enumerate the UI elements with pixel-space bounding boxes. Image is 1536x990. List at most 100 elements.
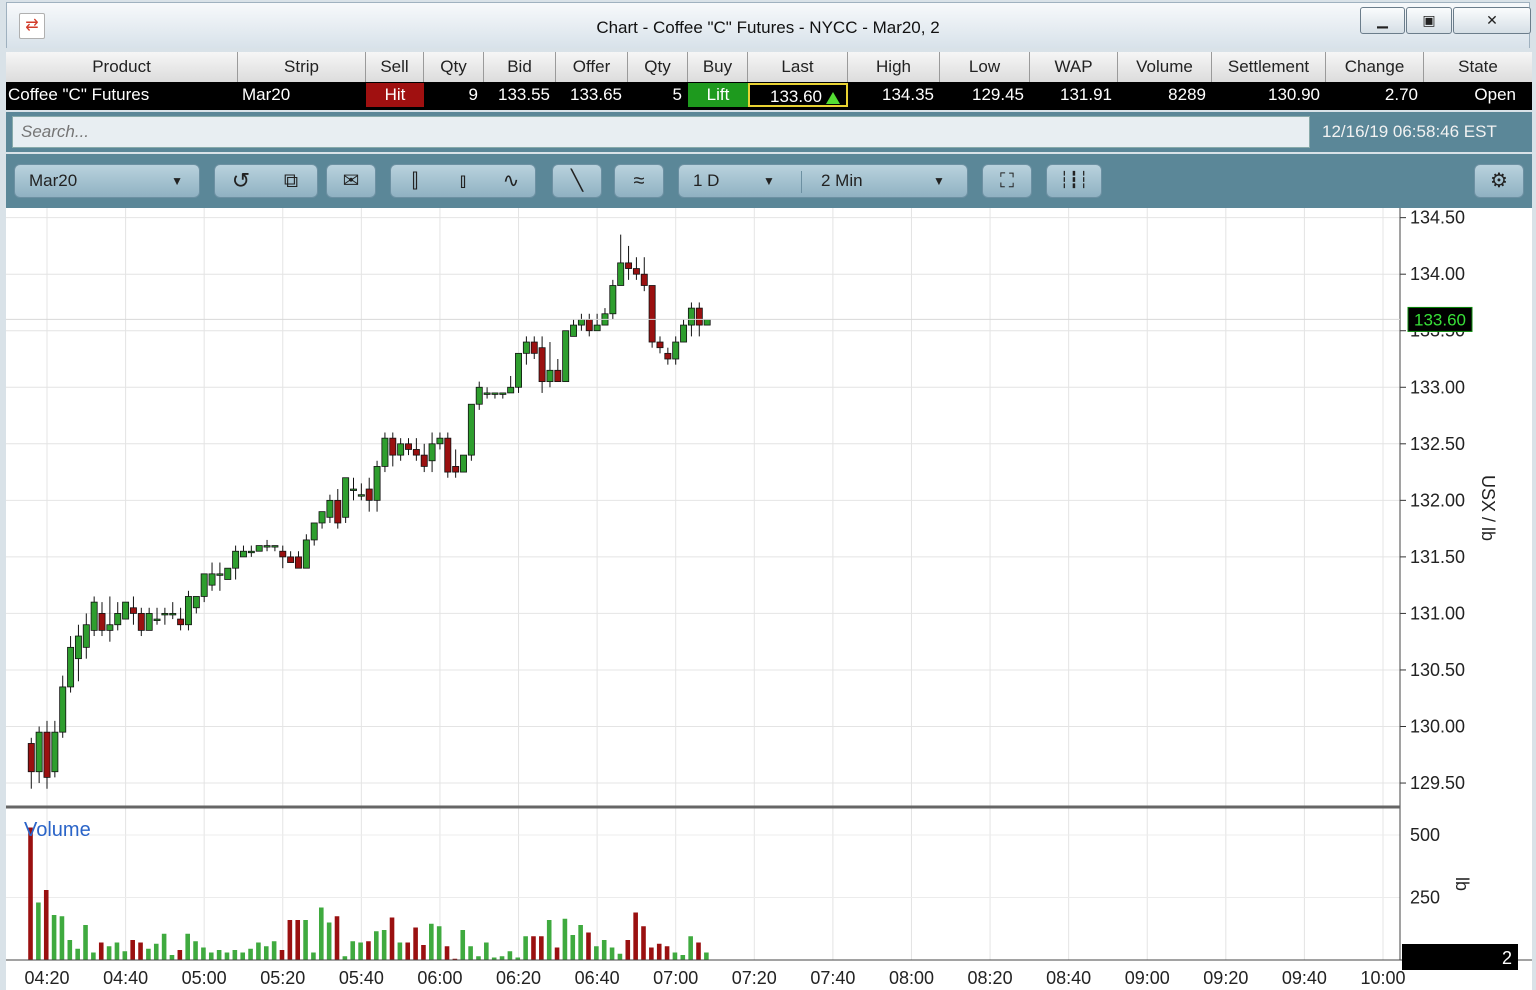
- price-chart[interactable]: 04:20 04:40 05:00 05:20 05:40 06:00 06:20 06:40…: [6, 208, 1532, 990]
- hit-button[interactable]: Hit: [366, 83, 424, 107]
- candle-body: [530, 341, 538, 354]
- quote-board: Product Strip Sell Qty Bid Offer Qty Buy…: [6, 52, 1532, 110]
- candle-body: [263, 545, 271, 548]
- col-bid[interactable]: Bid: [484, 52, 556, 82]
- minimize-button[interactable]: ▁: [1360, 7, 1405, 34]
- col-wap[interactable]: WAP: [1030, 52, 1118, 82]
- candle-body: [177, 618, 185, 626]
- time-tick-label: 05:40: [339, 968, 384, 988]
- candle-body: [59, 686, 67, 733]
- col-buy[interactable]: Buy: [688, 52, 748, 82]
- col-offer-qty[interactable]: Qty: [628, 52, 688, 82]
- col-low[interactable]: Low: [940, 52, 1030, 82]
- wap-value: 131.91: [1060, 85, 1112, 104]
- ohlc-bar-icon[interactable]: ⫾: [447, 165, 479, 197]
- popout-icon[interactable]: ⧉: [275, 165, 307, 197]
- col-bid-qty[interactable]: Qty: [424, 52, 484, 82]
- strip-select[interactable]: Mar20 ▼: [14, 164, 200, 198]
- volume-bar: [224, 952, 230, 960]
- volume-bar: [67, 940, 73, 960]
- interval-select[interactable]: 2 Min: [821, 165, 863, 197]
- volume-bar: [539, 936, 544, 960]
- volume-toggle-icon[interactable]: ┆┇┆: [1046, 164, 1102, 198]
- volume-bar: [680, 955, 686, 960]
- volume-bar: [633, 912, 638, 960]
- time-tick-label: 09:20: [1203, 968, 1248, 988]
- volume-bar: [381, 930, 387, 960]
- col-last[interactable]: Last: [748, 52, 848, 82]
- volume-bar: [507, 951, 513, 960]
- col-settlement[interactable]: Settlement: [1212, 52, 1326, 82]
- col-offer[interactable]: Offer: [556, 52, 628, 82]
- candle-body: [515, 352, 522, 388]
- settings-gear-icon[interactable]: ⚙: [1474, 164, 1524, 198]
- draw-line-icon[interactable]: ╲: [552, 164, 602, 198]
- time-tick-label: 04:20: [24, 968, 69, 988]
- fullscreen-icon[interactable]: ⛶: [982, 164, 1032, 198]
- candle-body: [310, 522, 318, 541]
- candle-body: [326, 499, 334, 518]
- candle-body: [585, 319, 593, 332]
- volume-label: Volume: [24, 819, 91, 841]
- col-high[interactable]: High: [848, 52, 940, 82]
- candle-body: [192, 596, 200, 609]
- candle-body: [318, 511, 326, 524]
- col-product[interactable]: Product: [6, 52, 238, 82]
- search-bar: 12/16/19 06:58:46 EST: [6, 112, 1532, 152]
- candle-body: [381, 437, 389, 467]
- candle-body: [538, 347, 546, 383]
- chevron-down-icon[interactable]: ▼: [933, 165, 945, 197]
- volume-bar: [98, 942, 104, 960]
- volume-bar: [562, 918, 568, 960]
- up-arrow-icon: [826, 91, 840, 104]
- title-bar[interactable]: ⇄ Chart - Coffee "C" Futures - NYCC - Ma…: [6, 2, 1531, 48]
- candle-body: [664, 352, 672, 360]
- offer-qty-value: 5: [672, 85, 682, 104]
- volume-bar: [75, 948, 80, 960]
- volume-bar: [146, 948, 151, 960]
- volume-bar: [114, 942, 120, 960]
- time-tick-label: 06:00: [417, 968, 462, 988]
- col-state[interactable]: State: [1424, 52, 1532, 82]
- candle-body: [90, 601, 98, 631]
- volume-bar: [523, 936, 528, 960]
- candle-body: [475, 386, 483, 405]
- volume-bar: [358, 942, 363, 960]
- timestamp: 12/16/19 06:58:46 EST: [1322, 122, 1497, 141]
- candle-body: [287, 556, 295, 563]
- candlestick-icon[interactable]: ⫿: [399, 165, 431, 197]
- candle-body: [82, 624, 90, 648]
- search-input[interactable]: [12, 116, 1310, 148]
- last-price-cell: 133.60: [748, 83, 848, 107]
- period-select[interactable]: 1 D: [693, 165, 719, 197]
- col-strip[interactable]: Strip: [238, 52, 366, 82]
- candle-body: [593, 324, 601, 332]
- col-volume[interactable]: Volume: [1118, 52, 1212, 82]
- candle-body: [106, 624, 114, 631]
- volume-bar: [43, 890, 49, 960]
- price-tick-label: 134.00: [1410, 264, 1465, 284]
- candle-body: [98, 613, 106, 631]
- volume-tick-label: 500: [1410, 825, 1440, 845]
- lift-button[interactable]: Lift: [688, 83, 748, 107]
- volume-bar: [83, 925, 88, 960]
- candle-body: [680, 324, 688, 343]
- candle-body: [342, 477, 350, 518]
- chevron-down-icon[interactable]: ▼: [763, 165, 775, 197]
- line-chart-icon[interactable]: ∿: [495, 165, 527, 197]
- study-icon[interactable]: ≈: [614, 164, 664, 198]
- col-change[interactable]: Change: [1326, 52, 1424, 82]
- snapshot-icon[interactable]: ✉: [326, 164, 376, 198]
- volume-bar: [609, 947, 615, 960]
- close-button[interactable]: ✕: [1453, 7, 1531, 34]
- col-sell[interactable]: Sell: [366, 52, 424, 82]
- refresh-icon[interactable]: ↺: [225, 165, 257, 197]
- volume-bar: [59, 916, 65, 960]
- volume-bar: [130, 940, 135, 960]
- maximize-icon: ▣: [1422, 12, 1436, 28]
- maximize-button[interactable]: ▣: [1406, 7, 1452, 34]
- volume-bar: [271, 941, 277, 960]
- volume-bar: [641, 926, 646, 960]
- volume-bar: [531, 936, 536, 960]
- candle-body: [695, 307, 703, 326]
